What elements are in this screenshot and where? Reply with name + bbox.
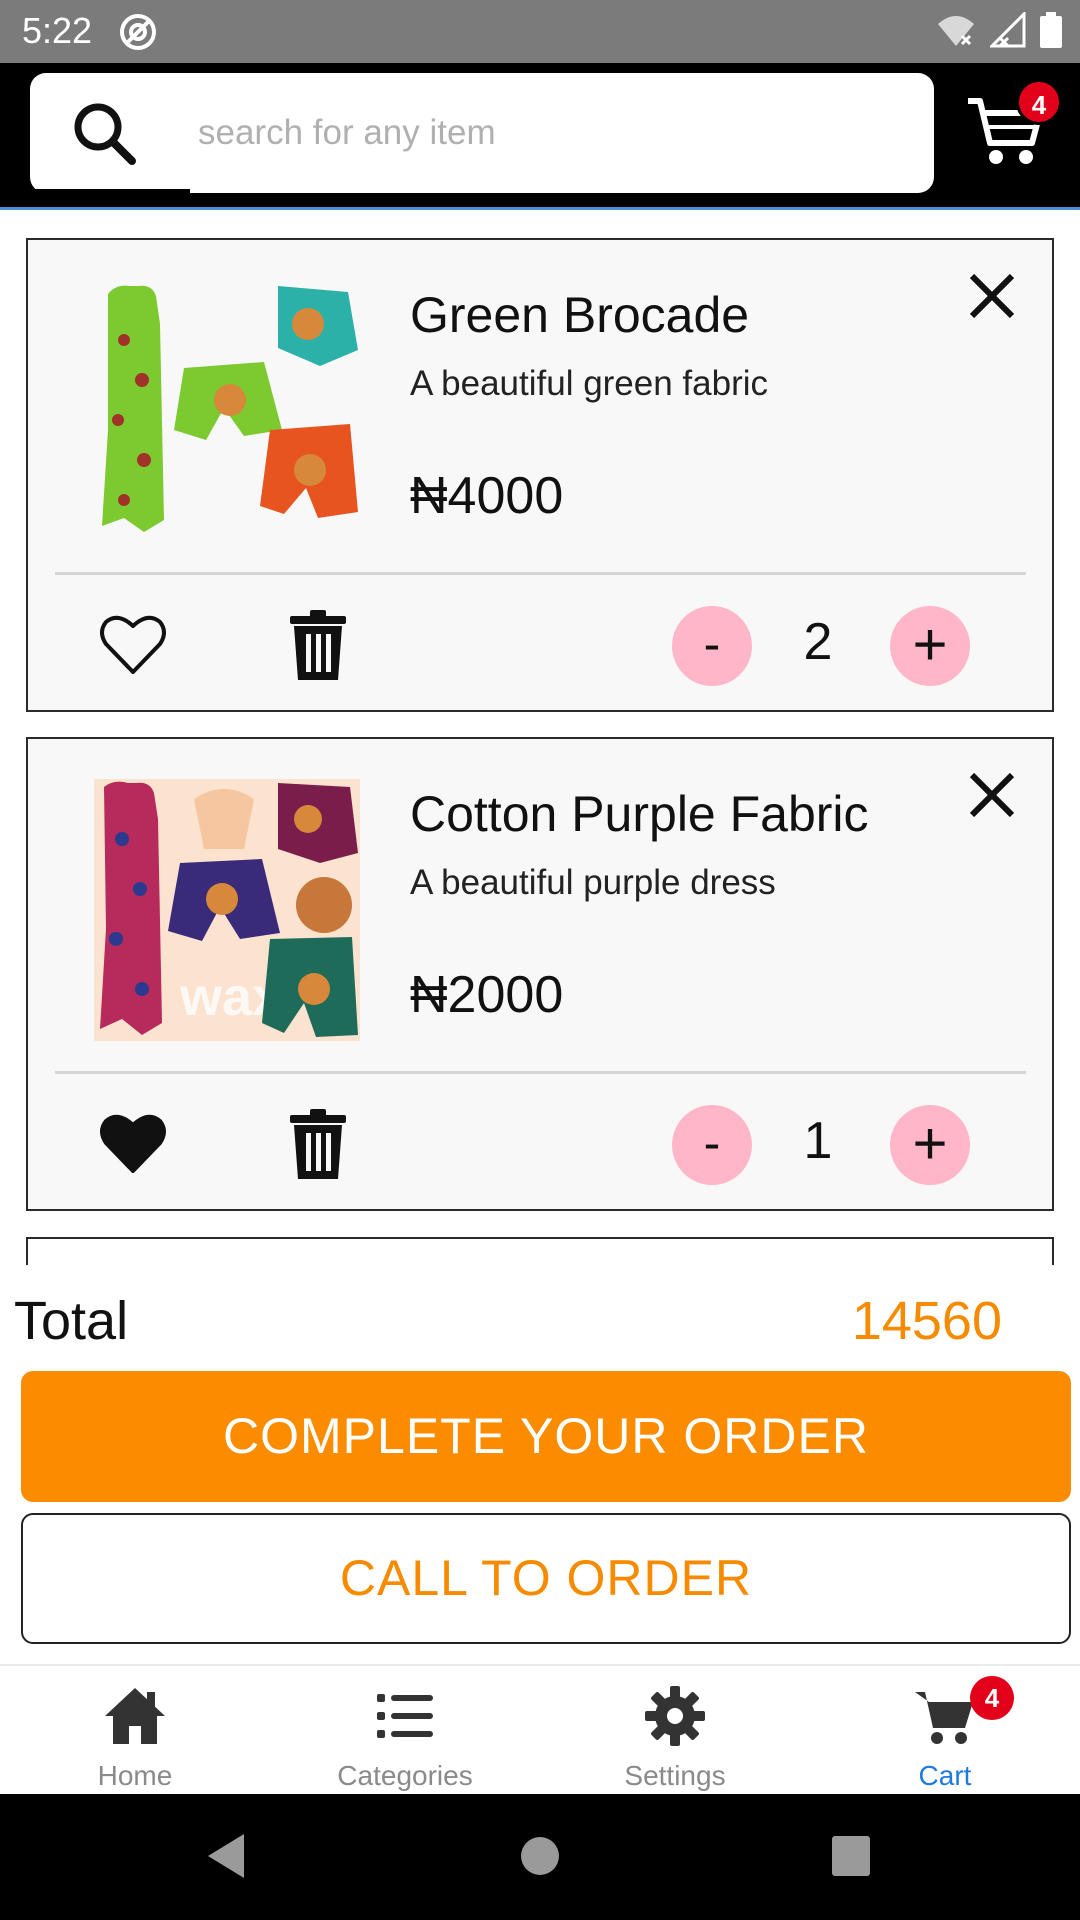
card-divider xyxy=(55,1071,1026,1074)
nav-label: Categories xyxy=(337,1760,473,1791)
quantity-decrease-button[interactable]: - xyxy=(672,606,752,686)
item-description: A beautiful green fabric xyxy=(410,364,769,403)
system-navigation-bar xyxy=(0,1794,1080,1920)
item-price: ₦4000 xyxy=(410,467,564,525)
recents-icon[interactable] xyxy=(830,1832,872,1885)
nav-label: Settings xyxy=(624,1760,726,1791)
cart-icon xyxy=(913,1684,977,1748)
item-price: ₦2000 xyxy=(410,966,564,1024)
search-input[interactable] xyxy=(198,103,898,163)
close-icon[interactable] xyxy=(964,767,1020,823)
trash-icon[interactable] xyxy=(286,1107,350,1181)
cart-item-card: Green Brocade A beautiful green fabric ₦… xyxy=(26,238,1054,712)
heart-filled-icon[interactable] xyxy=(98,1109,168,1179)
heart-outline-icon[interactable] xyxy=(98,610,168,680)
status-icons xyxy=(936,12,1062,48)
bottom-navigation: Home Categories Settings 4 Cart xyxy=(0,1664,1080,1794)
quantity-value: 2 xyxy=(803,613,833,671)
quantity-increase-button[interactable]: + xyxy=(890,606,970,686)
item-title: Cotton Purple Fabric xyxy=(410,786,869,842)
signal-icon xyxy=(990,12,1026,48)
purple-fabric-product-image[interactable]: wax xyxy=(94,779,360,1041)
status-bar: 5:22 xyxy=(0,0,1080,63)
nav-item-cart[interactable]: 4 Cart xyxy=(810,1666,1080,1794)
app-header: 4 xyxy=(0,63,1080,210)
cart-item-card: wax Cotton Purple Fabric A beautiful pur… xyxy=(26,737,1054,1211)
nav-item-categories[interactable]: Categories xyxy=(270,1666,540,1794)
status-time: 5:22 xyxy=(22,10,93,51)
item-title: Green Brocade xyxy=(410,287,750,343)
trash-icon[interactable] xyxy=(286,608,350,682)
wifi-icon xyxy=(938,16,974,46)
nav-label: Home xyxy=(97,1760,173,1791)
nav-item-home[interactable]: Home xyxy=(0,1666,270,1794)
nav-label: Cart xyxy=(918,1760,972,1791)
search-bar[interactable] xyxy=(30,73,934,193)
card-divider xyxy=(55,572,1026,575)
close-icon[interactable] xyxy=(964,268,1020,324)
battery-icon xyxy=(1040,12,1062,48)
header-cart-button[interactable]: 4 xyxy=(966,79,1062,171)
gear-icon xyxy=(643,1684,707,1748)
back-icon[interactable] xyxy=(204,1832,248,1885)
cart-list[interactable]: Green Brocade A beautiful green fabric ₦… xyxy=(0,213,1080,1265)
app-notification-icon xyxy=(118,12,158,57)
cart-item-card-partial xyxy=(26,1237,1054,1265)
header-cart-badge: 4 xyxy=(1016,79,1062,125)
green-fabric-product-image[interactable] xyxy=(94,280,360,542)
total-value: 14560 xyxy=(851,1291,1002,1351)
complete-order-button[interactable]: COMPLETE YOUR ORDER xyxy=(21,1371,1071,1502)
total-label: Total xyxy=(14,1291,129,1351)
call-to-order-button[interactable]: CALL TO ORDER xyxy=(21,1513,1071,1644)
nav-item-settings[interactable]: Settings xyxy=(540,1666,810,1794)
home-icon xyxy=(103,1684,167,1748)
list-icon xyxy=(373,1684,437,1748)
item-description: A beautiful purple dress xyxy=(410,863,776,902)
search-underline xyxy=(30,189,190,193)
quantity-value: 1 xyxy=(803,1112,833,1170)
quantity-decrease-button[interactable]: - xyxy=(672,1105,752,1185)
nav-cart-badge: 4 xyxy=(970,1676,1014,1720)
search-icon[interactable] xyxy=(72,101,138,172)
home-circle-icon[interactable] xyxy=(520,1832,560,1885)
quantity-increase-button[interactable]: + xyxy=(890,1105,970,1185)
